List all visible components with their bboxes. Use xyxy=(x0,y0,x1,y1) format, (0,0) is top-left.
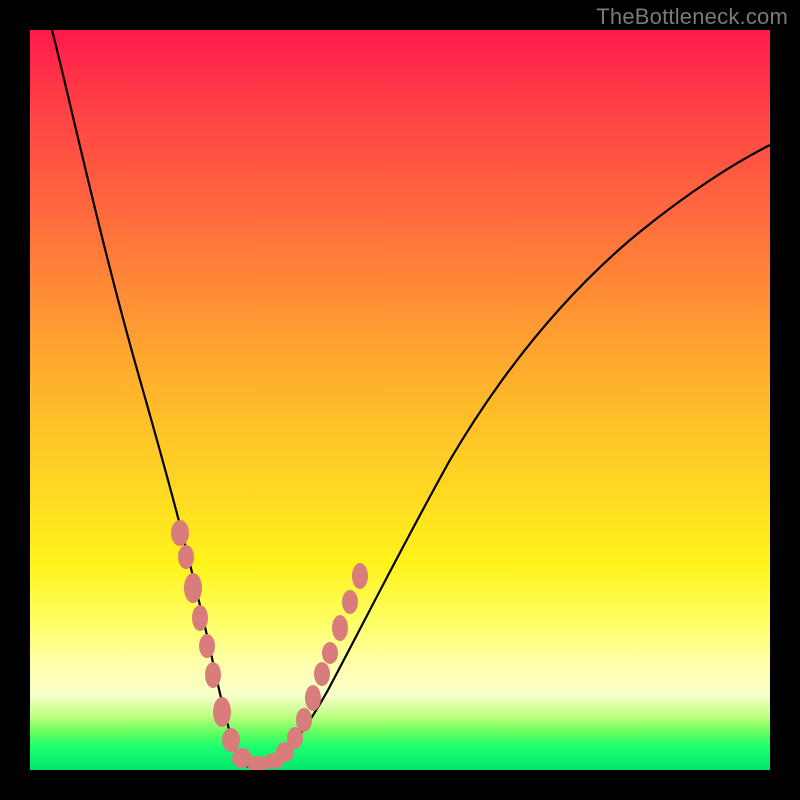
watermark-text: TheBottleneck.com xyxy=(596,4,788,30)
marker-cluster-group xyxy=(171,520,368,770)
marker-dot xyxy=(305,685,321,711)
marker-dot xyxy=(322,642,338,664)
marker-dot xyxy=(199,634,215,658)
marker-dot xyxy=(296,708,312,732)
marker-dot xyxy=(178,545,194,569)
marker-dot xyxy=(171,520,189,546)
chart-frame: TheBottleneck.com xyxy=(0,0,800,800)
bottleneck-curve-path xyxy=(52,30,770,769)
marker-dot xyxy=(342,590,358,614)
marker-dot xyxy=(352,563,368,589)
marker-dot xyxy=(192,605,208,631)
marker-dot xyxy=(205,662,221,688)
marker-dot xyxy=(314,662,330,686)
curve-svg xyxy=(30,30,770,770)
marker-dot xyxy=(332,615,348,641)
marker-dot xyxy=(222,728,240,752)
plot-area xyxy=(30,30,770,770)
marker-dot xyxy=(213,697,231,727)
marker-dot xyxy=(184,573,202,603)
